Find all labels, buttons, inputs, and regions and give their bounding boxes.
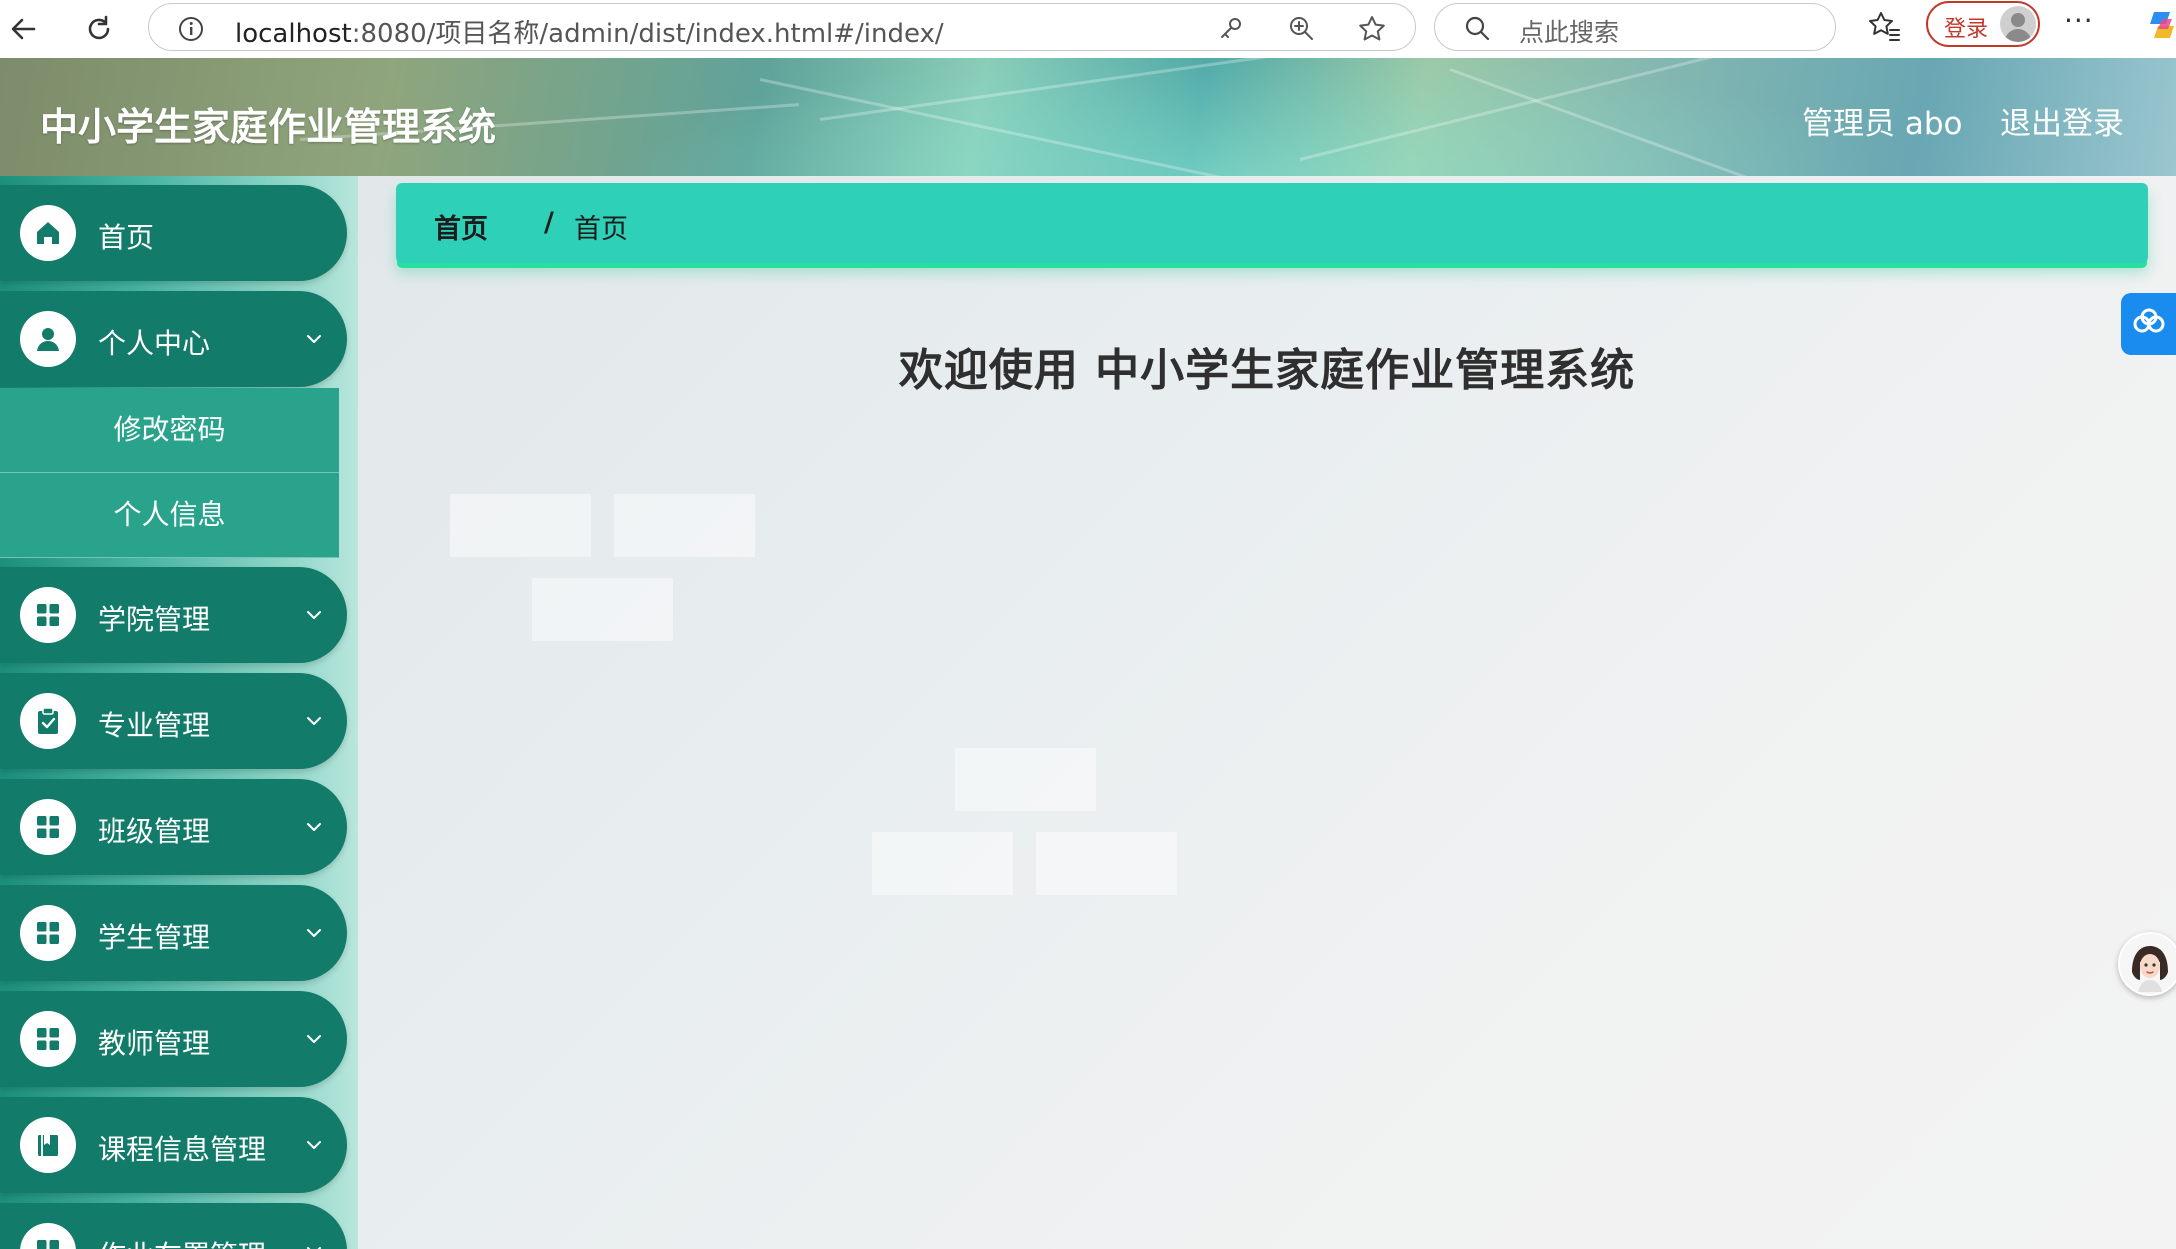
breadcrumb-separator: / — [544, 207, 554, 238]
book-icon — [20, 1117, 76, 1173]
assistant-avatar[interactable] — [2118, 932, 2176, 996]
password-key-icon[interactable] — [1217, 14, 1245, 46]
app-header: 中小学生家庭作业管理系统 管理员 abo 退出登录 — [0, 58, 2176, 176]
sidebar-item-label: 作业布置管理 — [98, 1234, 266, 1249]
refresh-icon[interactable] — [76, 6, 122, 52]
clipboard-check-icon — [20, 693, 76, 749]
chevron-down-icon — [304, 1135, 324, 1159]
chevron-down-icon — [304, 1241, 324, 1249]
breadcrumb-current: 首页 — [574, 214, 628, 245]
chevron-down-icon — [304, 923, 324, 947]
background-tile — [450, 494, 591, 557]
copilot-icon[interactable] — [2148, 8, 2176, 46]
cloud-sync-widget[interactable] — [2121, 293, 2176, 355]
header-light-streak — [1449, 68, 1846, 176]
sidebar-item-college-management[interactable]: 学院管理 — [0, 567, 347, 663]
sidebar-item-major-management[interactable]: 专业管理 — [0, 673, 347, 769]
cloud-icon — [2130, 307, 2168, 341]
back-icon[interactable] — [0, 6, 46, 52]
submenu-item-change-password[interactable]: 修改密码 — [0, 388, 339, 473]
browser-toolbar: localhost:8080/项目名称/admin/dist/index.htm… — [0, 0, 2176, 59]
chevron-down-icon — [304, 711, 324, 735]
profile-avatar-icon — [2000, 6, 2036, 42]
background-tile — [872, 832, 1013, 895]
sidebar-item-student-management[interactable]: 学生管理 — [0, 885, 347, 981]
grid-icon — [20, 905, 76, 961]
grid-icon — [20, 799, 76, 855]
sidebar-item-teacher-management[interactable]: 教师管理 — [0, 991, 347, 1087]
address-bar[interactable]: localhost:8080/项目名称/admin/dist/index.htm… — [148, 3, 1416, 51]
background-tile — [1036, 832, 1177, 895]
sidebar-menu: 首页 个人中心 修改密码 个人信息 学院管理 专业管理 班级管理 学生管理 教师… — [0, 176, 358, 1249]
main-content: 首页 / 首页 欢迎使用 中小学生家庭作业管理系统 — [358, 176, 2176, 1249]
admin-username: 管理员 abo — [1802, 106, 1963, 142]
chevron-down-icon — [304, 817, 324, 841]
sidebar-item-label: 课程信息管理 — [98, 1133, 267, 1166]
breadcrumb: 首页 / 首页 — [396, 183, 2148, 263]
grid-icon — [20, 587, 76, 643]
search-placeholder: 点此搜索 — [1519, 18, 1620, 47]
chevron-down-icon — [304, 605, 324, 629]
chevron-down-icon — [304, 329, 324, 353]
grid-icon — [20, 1011, 76, 1067]
search-icon — [1463, 14, 1491, 46]
site-info-icon[interactable] — [177, 15, 205, 47]
sidebar-item-personal-center[interactable]: 个人中心 — [0, 291, 347, 387]
sidebar-item-label: 学院管理 — [98, 603, 211, 636]
chevron-down-icon — [304, 1029, 324, 1053]
home-icon — [20, 205, 76, 261]
logout-link[interactable]: 退出登录 — [2000, 98, 2124, 143]
browser-search-input[interactable]: 点此搜索 — [1434, 3, 1836, 51]
header-light-streak — [1299, 58, 1883, 161]
sidebar-item-label: 专业管理 — [98, 709, 211, 742]
url-text[interactable]: localhost:8080/项目名称/admin/dist/index.htm… — [235, 13, 944, 50]
sidebar-item-course-management[interactable]: 课程信息管理 — [0, 1097, 347, 1193]
user-icon — [20, 311, 76, 367]
sidebar-item-label: 首页 — [98, 221, 155, 254]
welcome-heading: 欢迎使用 中小学生家庭作业管理系统 — [898, 345, 1636, 396]
background-tile — [532, 578, 673, 641]
background-tile — [614, 494, 755, 557]
sidebar-item-home[interactable]: 首页 — [0, 185, 347, 281]
sidebar-item-class-management[interactable]: 班级管理 — [0, 779, 347, 875]
sidebar-item-label: 个人中心 — [98, 327, 211, 360]
background-tile — [955, 748, 1096, 811]
sidebar-item-label: 班级管理 — [98, 815, 211, 848]
sidebar-item-homework-assignment[interactable]: 作业布置管理 — [0, 1203, 347, 1249]
grid-icon — [20, 1223, 76, 1249]
url-host: localhost — [235, 19, 352, 49]
zoom-in-icon[interactable] — [1287, 14, 1315, 46]
sidebar-item-label: 学生管理 — [98, 921, 211, 954]
url-path: :8080/项目名称/admin/dist/index.html#/index/ — [351, 19, 944, 49]
submenu-item-personal-info[interactable]: 个人信息 — [0, 473, 339, 558]
favorite-star-icon[interactable] — [1357, 14, 1387, 48]
breadcrumb-root-link[interactable]: 首页 — [434, 207, 488, 246]
profile-login-button[interactable]: 登录 — [1926, 1, 2040, 47]
favorites-icon[interactable] — [1866, 8, 1902, 48]
app-title: 中小学生家庭作业管理系统 — [40, 105, 497, 149]
sidebar-item-label: 教师管理 — [98, 1027, 211, 1060]
more-menu-button[interactable]: ··· — [2064, 4, 2094, 37]
login-label: 登录 — [1944, 17, 1989, 42]
